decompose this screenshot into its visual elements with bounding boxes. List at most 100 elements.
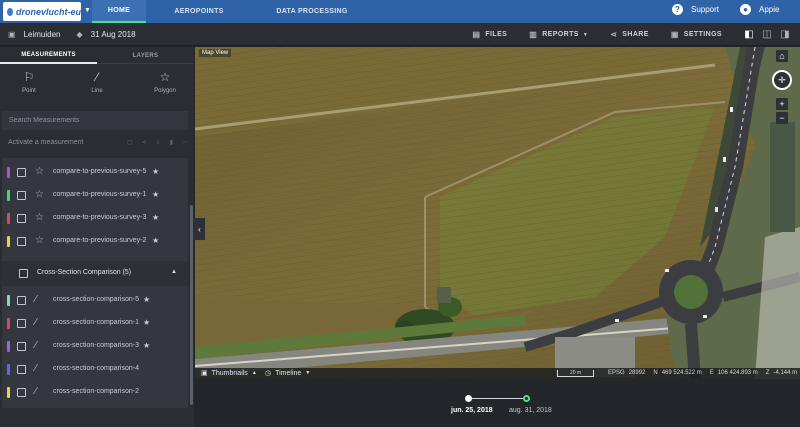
star-icon[interactable]: ★ [143, 295, 150, 304]
thumbnails-toggle[interactable]: ▣ Thumbnails ▲ [201, 369, 257, 378]
search-measurements[interactable] [2, 111, 188, 130]
app-logo[interactable]: dronevlucht-eu [3, 2, 81, 21]
home-icon: ⌂ [779, 51, 785, 61]
list-item[interactable]: ☆ compare-to-previous-survey-3 ★ [2, 207, 188, 230]
list-item[interactable]: ⁄ cross-section-comparison-1 ★ [2, 312, 188, 335]
list-item[interactable]: ⁄ cross-section-comparison-4 [2, 358, 188, 381]
star-icon[interactable]: ★ [152, 213, 159, 222]
nav-home[interactable]: HOME [92, 0, 146, 23]
star-icon[interactable]: ★ [152, 190, 159, 199]
polygon-tool[interactable]: ☆ Polygon [140, 70, 190, 94]
measurement-tools: ⚐ Point ⁄ Line ☆ Polygon [0, 64, 194, 104]
files-button[interactable]: ▤ FILES [472, 30, 507, 39]
timeline-point-active[interactable] [523, 395, 530, 402]
checkbox[interactable] [17, 388, 26, 397]
settings-label: SETTINGS [683, 31, 722, 38]
epsg-value: 28992 [628, 370, 646, 376]
checkbox[interactable] [17, 342, 26, 351]
reports-button[interactable]: ▥ REPORTS ▼ [529, 30, 588, 39]
e-label: E [709, 370, 714, 376]
nav-data-processing[interactable]: DATA PROCESSING [252, 0, 372, 23]
minus-icon: − [779, 113, 785, 123]
search-input[interactable] [9, 117, 179, 124]
list-item[interactable]: ⁄ cross-section-comparison-5 ★ [2, 289, 188, 312]
list-item[interactable]: ☆ compare-to-previous-survey-2 ★ [2, 230, 188, 253]
view-right-button[interactable]: ◨ [776, 23, 794, 46]
point-tool[interactable]: ⚐ Point [4, 70, 54, 94]
measurement-name: compare-to-previous-survey-2 [53, 237, 147, 244]
map-view[interactable] [195, 47, 800, 379]
color-swatch [7, 341, 10, 352]
list-item[interactable]: ⁄ cross-section-comparison-3 ★ [2, 335, 188, 358]
line-icon: ⁄ [35, 294, 37, 305]
breadcrumb: ▣ Leimuiden ◆ 31 Aug 2018 [8, 23, 136, 46]
timeline-date[interactable]: jun. 25, 2018 [451, 407, 493, 414]
color-swatch [7, 190, 10, 201]
line-icon: ⁄ [35, 340, 37, 351]
line-tool-label: Line [91, 88, 103, 94]
list-item[interactable]: ⁄ cross-section-comparison-2 [2, 381, 188, 404]
timeline-date[interactable]: aug. 31, 2018 [509, 407, 552, 414]
survey-date[interactable]: 31 Aug 2018 [91, 30, 136, 39]
nav-aeropoints[interactable]: AEROPOINTS [146, 0, 252, 23]
settings-button[interactable]: ▣ SETTINGS [671, 30, 722, 39]
line-icon: ⁄ [35, 363, 37, 374]
zoom-in-button[interactable]: + [776, 98, 788, 110]
checkbox[interactable] [17, 319, 26, 328]
checkbox[interactable] [17, 168, 26, 177]
map-view-label: Map View [199, 49, 232, 57]
checkbox[interactable] [17, 296, 26, 305]
star-icon[interactable]: ★ [143, 341, 150, 350]
star-icon[interactable]: ★ [143, 318, 150, 327]
download-icon[interactable]: ⇩ [156, 139, 161, 146]
measurement-name: cross-section-comparison-1 [53, 319, 139, 326]
checkbox[interactable] [17, 191, 26, 200]
sidebar-tabs: MEASUREMENTS LAYERS [0, 47, 194, 64]
point-tool-label: Point [22, 88, 36, 94]
line-tool[interactable]: ⁄ Line [72, 70, 122, 94]
panel-left-icon: ◧ [744, 29, 754, 40]
copy-icon[interactable]: ▢ [127, 139, 133, 146]
sidebar-scrollbar[interactable] [190, 205, 193, 405]
top-nav-bar: dronevlucht-eu ▼ HOME AEROPOINTS DATA PR… [0, 0, 800, 23]
tab-layers[interactable]: LAYERS [97, 47, 194, 64]
checkbox[interactable] [17, 365, 26, 374]
avatar-icon: ● [740, 4, 751, 15]
more-icon[interactable]: ⋯ [182, 139, 188, 146]
line-icon: ⁄ [35, 386, 37, 397]
support-link[interactable]: ? Support [672, 4, 719, 15]
timeline-label: Timeline [275, 369, 302, 377]
collapse-sidebar-button[interactable]: ‹ [194, 218, 205, 240]
star-icon[interactable]: ★ [152, 236, 159, 245]
timeline-toggle[interactable]: ◷ Timeline ▼ [265, 369, 310, 378]
user-menu[interactable]: ● Appie [740, 4, 779, 15]
share-label: SHARE [622, 31, 649, 38]
view-split-button[interactable]: ◫ [758, 23, 776, 46]
color-swatch [7, 387, 10, 398]
chevron-down-icon[interactable]: ▼ [84, 7, 91, 14]
project-name[interactable]: Leimuiden [24, 30, 61, 39]
color-swatch [7, 213, 10, 224]
timeline-point[interactable] [465, 395, 472, 402]
checkbox[interactable] [17, 214, 26, 223]
measurement-name: cross-section-comparison-3 [53, 342, 139, 349]
share-icon[interactable]: ⋖ [142, 139, 147, 146]
group-header[interactable]: Cross-Section Comparison (5) ▲ [2, 261, 188, 286]
polygon-icon: ☆ [35, 235, 44, 246]
star-icon[interactable]: ★ [152, 167, 159, 176]
trash-icon[interactable]: ▮ [170, 139, 173, 146]
layers-icon: ◆ [76, 30, 83, 39]
view-single-button[interactable]: ◧ [740, 23, 758, 46]
home-button[interactable]: ⌂ [776, 50, 788, 62]
files-label: FILES [485, 31, 508, 38]
list-item[interactable]: ☆ compare-to-previous-survey-5 ★ [2, 161, 188, 184]
checkbox[interactable] [17, 237, 26, 246]
zoom-out-button[interactable]: − [776, 112, 788, 124]
compass-button[interactable]: ✛ [772, 70, 792, 90]
list-item[interactable]: ☆ compare-to-previous-survey-1 ★ [2, 184, 188, 207]
share-button[interactable]: ⋖ SHARE [610, 30, 649, 39]
chevron-up-icon[interactable]: ▲ [171, 269, 177, 275]
group-checkbox[interactable] [19, 269, 28, 278]
tab-measurements[interactable]: MEASUREMENTS [0, 47, 97, 64]
measurement-name: cross-section-comparison-5 [53, 296, 139, 303]
